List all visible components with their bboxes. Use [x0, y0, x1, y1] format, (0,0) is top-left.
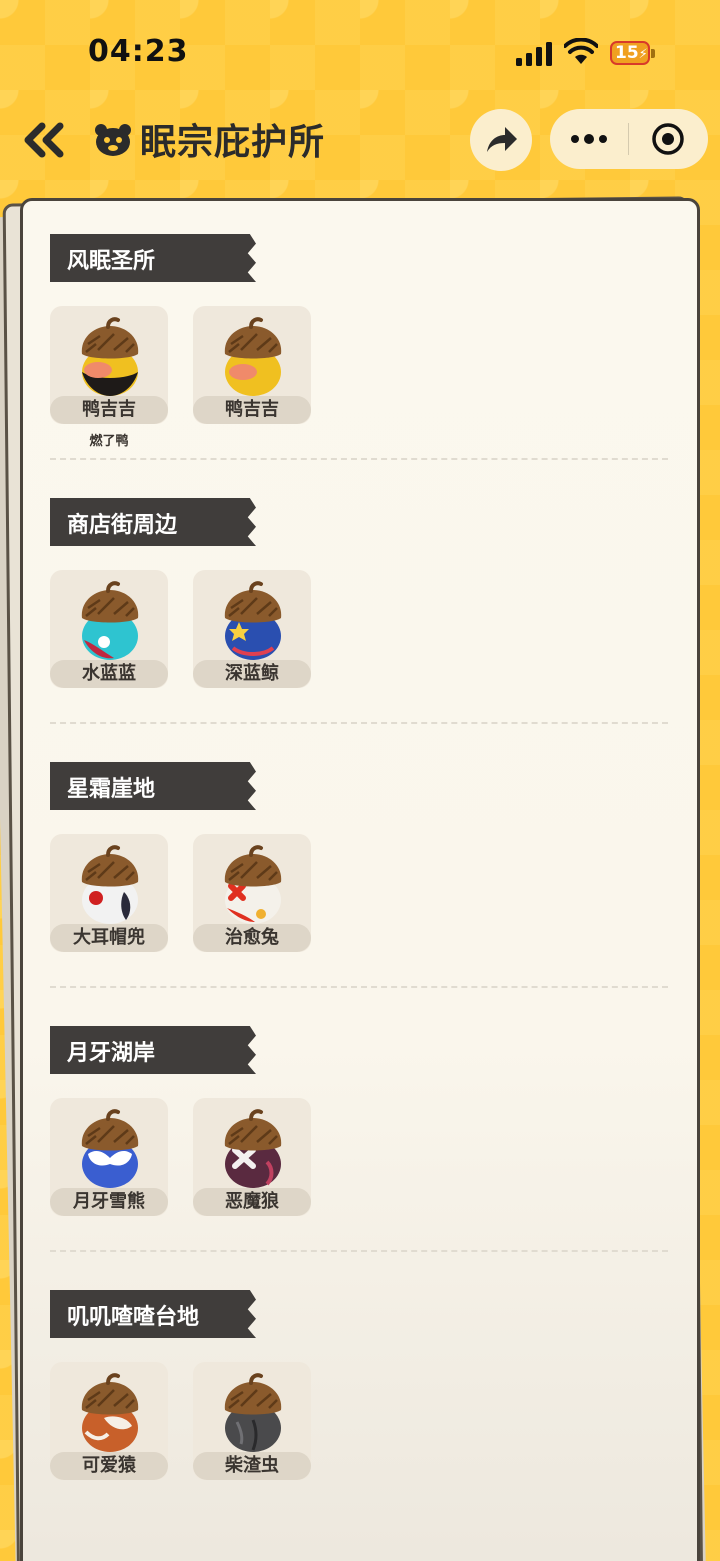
- section-divider: [50, 986, 668, 988]
- creature-name: 大耳帽兜: [50, 924, 168, 952]
- acorn-icon: [79, 581, 141, 660]
- creature-caption: 燃了鸭: [89, 434, 129, 449]
- creature-name: 柴渣虫: [193, 1452, 311, 1480]
- more-button[interactable]: [550, 109, 628, 169]
- section-title: 星霜崖地: [67, 777, 156, 802]
- target-icon: [652, 123, 684, 155]
- share-button[interactable]: [470, 109, 532, 171]
- section-divider: [50, 722, 668, 724]
- creature-name: 恶魔狼: [193, 1188, 311, 1216]
- creature-name: 水蓝蓝: [50, 660, 168, 688]
- creature-name: 鸭吉吉: [50, 396, 168, 424]
- acorn-icon: [222, 845, 284, 924]
- acorn-icon: [79, 845, 141, 924]
- back-double-chevron-icon[interactable]: [22, 120, 68, 160]
- acorn-icon: [79, 1373, 141, 1452]
- creature-card[interactable]: 月牙雪熊: [50, 1098, 168, 1216]
- creature-name: 深蓝鲸: [193, 660, 311, 688]
- creature-card[interactable]: 柴渣虫: [193, 1362, 311, 1480]
- section-divider: [50, 1250, 668, 1252]
- creature-name: 月牙雪熊: [50, 1188, 168, 1216]
- mini-program-capsule: [550, 109, 708, 169]
- creature-card[interactable]: 治愈兔: [193, 834, 311, 952]
- creature-card[interactable]: 鸭吉吉: [50, 306, 168, 424]
- creature-name: 治愈兔: [193, 924, 311, 952]
- acorn-icon: [222, 581, 284, 660]
- creature-card[interactable]: 大耳帽兜: [50, 834, 168, 952]
- status-time: 04:23: [88, 34, 189, 69]
- creature-card[interactable]: 可爱猿: [50, 1362, 168, 1480]
- wifi-icon: [564, 38, 598, 64]
- creature-name: 鸭吉吉: [193, 396, 311, 424]
- battery-indicator: 15⚡: [610, 41, 650, 65]
- section-title: 风眠圣所: [67, 249, 156, 274]
- creature-card[interactable]: 水蓝蓝: [50, 570, 168, 688]
- title-wrap: 眠宗庇护所: [92, 114, 325, 164]
- acorn-icon: [222, 317, 284, 396]
- section-title: 商店街周边: [67, 513, 178, 538]
- acorn-icon: [222, 1109, 284, 1188]
- section-title: 叽叽喳喳台地: [67, 1305, 200, 1330]
- close-miniprogram-button[interactable]: [629, 109, 707, 169]
- creature-card[interactable]: 深蓝鲸: [193, 570, 311, 688]
- section-title: 月牙湖岸: [67, 1041, 156, 1066]
- acorn-icon: [79, 317, 141, 396]
- creature-card[interactable]: 恶魔狼: [193, 1098, 311, 1216]
- share-icon: [487, 127, 517, 152]
- status-bar: 04:23 15⚡: [0, 0, 720, 100]
- battery-cap: [651, 49, 655, 58]
- creature-name: 可爱猿: [50, 1452, 168, 1480]
- signal-icon: [516, 42, 552, 66]
- page-title: 眠宗庇护所: [140, 122, 326, 163]
- more-icon: [571, 134, 607, 144]
- section-divider: [50, 458, 668, 460]
- creature-card[interactable]: 鸭吉吉: [193, 306, 311, 424]
- mascot-icon: [95, 124, 131, 156]
- acorn-icon: [79, 1109, 141, 1188]
- battery-level: 15: [615, 43, 639, 63]
- acorn-icon: [222, 1373, 284, 1452]
